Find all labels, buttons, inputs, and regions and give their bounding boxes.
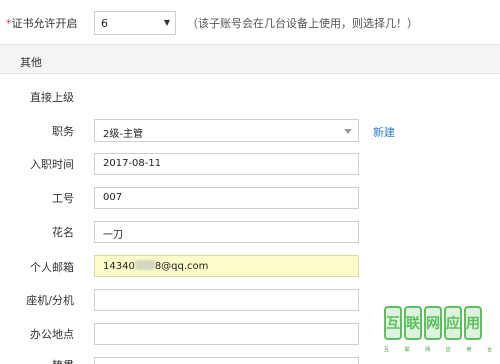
watermark-subtitle: 互 联 网 应 用 合 集 (384, 347, 500, 353)
certificate-count-select[interactable]: 6 ▼ (94, 11, 176, 35)
new-position-link[interactable]: 新建 (373, 124, 395, 140)
watermark-char: 网 (424, 306, 442, 340)
nickname-label: 花名 (52, 226, 74, 239)
landline-input[interactable] (94, 289, 359, 311)
certificate-count-value: 6 (101, 17, 108, 30)
certificate-row: *证书允许开启 6 ▼ （该子账号会在几台设备上使用，则选择几！） (0, 0, 500, 44)
employee-no-label: 工号 (52, 192, 74, 205)
landline-label: 座机/分机 (26, 294, 74, 307)
office-label: 办公地点 (30, 328, 74, 341)
certificate-label: *证书允许开启 (6, 15, 78, 31)
position-select[interactable]: 2级-主管 (94, 119, 359, 142)
section-header-other[interactable]: 其他 (0, 44, 500, 74)
chevron-down-icon: ▼ (163, 18, 170, 27)
native-place-label: 籍贯 (4, 357, 74, 364)
email-suffix: 8@qq.com (154, 261, 209, 272)
employee-no-input[interactable]: 007 (94, 187, 359, 209)
redacted-blur (134, 260, 155, 270)
watermark-char: 联 (404, 306, 422, 340)
email-prefix: 14340 (103, 261, 135, 272)
certificate-label-text: 证书允许开启 (11, 17, 78, 30)
watermark-logo: 互 联 网 应 用 互 联 网 应 用 合 集 (384, 306, 500, 364)
watermark-char: 互 (384, 306, 402, 340)
office-input[interactable] (94, 323, 359, 345)
email-label: 个人邮箱 (30, 261, 74, 274)
section-title: 其他 (20, 56, 42, 69)
watermark-char: 应 (444, 306, 462, 340)
certificate-hint: （该子账号会在几台设备上使用，则选择几！） (187, 17, 418, 30)
supervisor-label: 直接上级 (30, 91, 74, 104)
position-label: 职务 (52, 125, 74, 138)
chevron-down-icon (344, 129, 352, 134)
nickname-input[interactable]: 一刀 (94, 221, 359, 243)
native-place-input[interactable] (94, 357, 359, 364)
hire-date-label: 入职时间 (30, 158, 74, 171)
email-input[interactable]: 14340 8@qq.com (94, 255, 359, 277)
position-value: 2级-主管 (103, 129, 143, 140)
watermark-char: 用 (464, 306, 482, 340)
hire-date-input[interactable]: 2017-08-11 (94, 153, 359, 175)
